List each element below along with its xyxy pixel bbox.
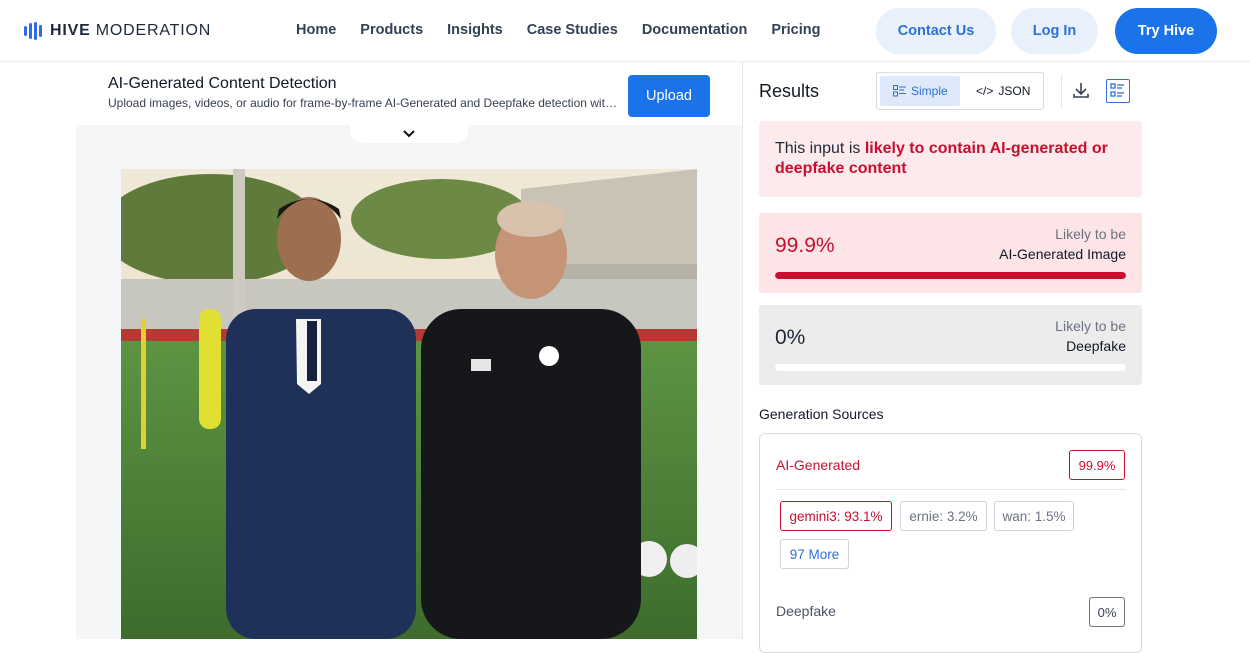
hive-logo-icon xyxy=(24,22,42,40)
ai-generated-progress-track xyxy=(775,272,1126,279)
nav-link-documentation[interactable]: Documentation xyxy=(642,22,748,38)
source-chip-ernie[interactable]: ernie: 3.2% xyxy=(900,501,987,531)
generation-sources-box: AI-Generated 99.9% gemini3: 93.1% ernie:… xyxy=(759,433,1142,653)
nav-link-case-studies[interactable]: Case Studies xyxy=(527,22,618,38)
deepfake-score-card: 0% Likely to be Deepfake xyxy=(759,305,1142,385)
verdict-prefix: This input is xyxy=(775,140,865,157)
ai-generated-source-badge: 99.9% xyxy=(1069,450,1125,480)
ai-generated-source-label: AI-Generated xyxy=(776,457,861,473)
json-view-label: JSON xyxy=(998,84,1031,98)
ai-generated-progress-fill xyxy=(775,272,1126,279)
upload-button[interactable]: Upload xyxy=(628,75,710,117)
json-view-button[interactable]: </> JSON xyxy=(960,76,1040,106)
deepfake-type-label: Deepfake xyxy=(1066,338,1126,354)
uploaded-image xyxy=(121,169,697,639)
source-chip-gemini3[interactable]: gemini3: 93.1% xyxy=(780,501,892,531)
try-hive-button[interactable]: Try Hive xyxy=(1115,8,1217,54)
deepfake-source-label: Deepfake xyxy=(776,603,836,619)
more-sources-button[interactable]: 97 More xyxy=(780,539,849,569)
contact-us-button[interactable]: Contact Us xyxy=(876,8,996,54)
toolbar-separator xyxy=(1061,74,1062,108)
deepfake-progress-track xyxy=(775,364,1126,371)
top-navbar: HIVE MODERATION Home Products Insights C… xyxy=(0,0,1250,62)
results-panel: Results Simple </> JSON This input is li… xyxy=(743,62,1250,653)
deepfake-likely-label: Likely to be xyxy=(1055,318,1126,334)
download-icon[interactable] xyxy=(1071,80,1091,100)
simple-view-label: Simple xyxy=(911,84,948,98)
brand-name: HIVE MODERATION xyxy=(50,22,212,39)
detector-title: AI-Generated Content Detection xyxy=(108,75,337,92)
ai-generated-likely-label: Likely to be xyxy=(1055,226,1126,242)
sources-divider xyxy=(776,489,1126,490)
nav-link-insights[interactable]: Insights xyxy=(447,22,503,38)
simple-view-button[interactable]: Simple xyxy=(880,76,960,106)
log-in-button[interactable]: Log In xyxy=(1011,8,1098,54)
view-toggle: Simple </> JSON xyxy=(876,72,1044,110)
nav-link-pricing[interactable]: Pricing xyxy=(771,22,820,38)
results-title: Results xyxy=(759,81,820,101)
ai-generated-type-label: AI-Generated Image xyxy=(999,246,1126,262)
nav-link-products[interactable]: Products xyxy=(360,22,423,38)
upload-bar: AI-Generated Content Detection Upload im… xyxy=(76,62,742,125)
chevron-down-icon xyxy=(403,129,415,137)
detector-subtitle: Upload images, videos, or audio for fram… xyxy=(108,96,618,110)
generation-sources-title: Generation Sources xyxy=(759,406,884,422)
deepfake-score-value: 0% xyxy=(775,326,806,349)
verdict-banner: This input is likely to contain AI-gener… xyxy=(759,121,1142,197)
hive-logo[interactable]: HIVE MODERATION xyxy=(24,20,211,42)
media-panel: AI-Generated Content Detection Upload im… xyxy=(76,62,742,639)
deepfake-source-badge: 0% xyxy=(1089,597,1125,627)
nav-links: Home Products Insights Case Studies Docu… xyxy=(296,22,845,38)
collapse-toggle[interactable] xyxy=(350,124,468,143)
details-view-icon[interactable] xyxy=(1106,79,1130,103)
list-view-icon xyxy=(893,85,906,97)
ai-generated-score-card: 99.9% Likely to be AI-Generated Image xyxy=(759,213,1142,293)
source-chip-wan[interactable]: wan: 1.5% xyxy=(994,501,1074,531)
ai-generated-score-value: 99.9% xyxy=(775,234,835,257)
code-icon: </> xyxy=(976,84,994,98)
nav-link-home[interactable]: Home xyxy=(296,22,336,38)
